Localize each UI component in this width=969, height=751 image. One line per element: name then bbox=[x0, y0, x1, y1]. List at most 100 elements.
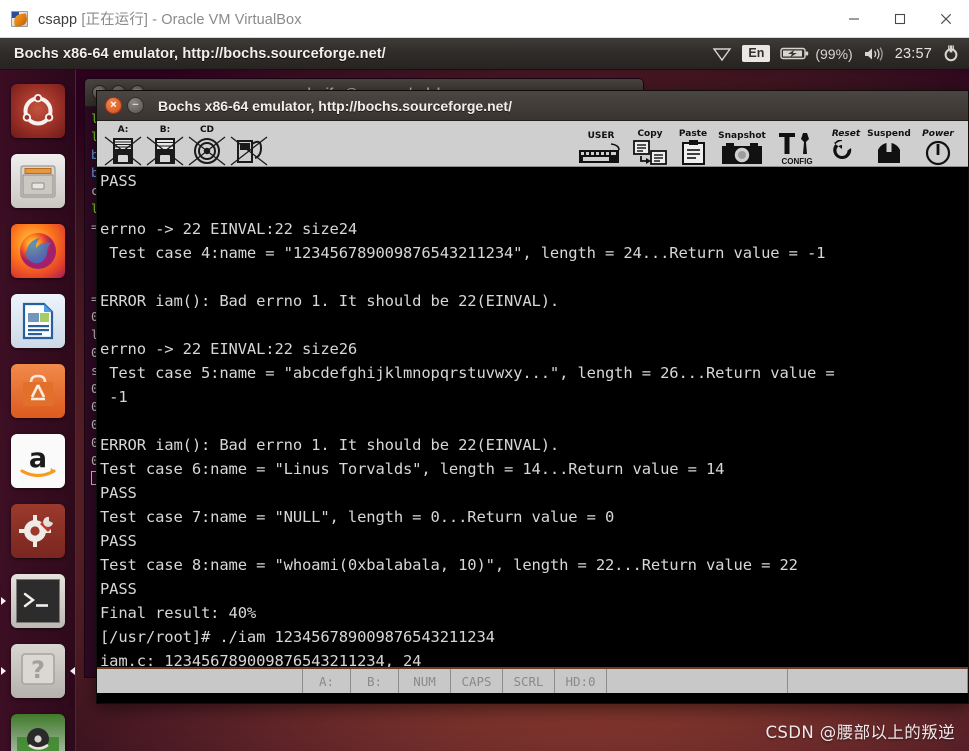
status-floppy-a[interactable]: A: bbox=[303, 669, 351, 693]
status-spare-2 bbox=[788, 669, 968, 693]
snapshot-label: Snapshot bbox=[718, 131, 766, 141]
gear-icon[interactable] bbox=[942, 44, 960, 63]
bochs-window-title: Bochs x86-64 emulator, http://bochs.sour… bbox=[158, 97, 512, 114]
launcher-item-files[interactable] bbox=[0, 146, 76, 216]
paste-button[interactable]: Paste bbox=[673, 122, 713, 166]
battery-icon[interactable] bbox=[780, 46, 810, 61]
bochs-close-button[interactable]: × bbox=[105, 97, 122, 114]
tools-icon bbox=[779, 133, 809, 154]
vga-line: PASS bbox=[100, 532, 137, 550]
floppy-disk-icon bbox=[146, 136, 184, 166]
copy-button[interactable]: Copy bbox=[630, 122, 670, 166]
maximize-button[interactable] bbox=[877, 0, 923, 38]
status-caps: CAPS bbox=[451, 669, 503, 693]
floppy-disk-icon bbox=[104, 136, 142, 166]
launcher-item-system-settings[interactable] bbox=[0, 496, 76, 566]
running-indicator-left bbox=[1, 667, 6, 675]
launcher-item-help[interactable]: ? bbox=[0, 636, 76, 706]
host-window-controls bbox=[831, 0, 969, 38]
copy-label: Copy bbox=[637, 129, 663, 139]
firefox-icon bbox=[11, 224, 65, 278]
launcher-item-firefox[interactable] bbox=[0, 216, 76, 286]
floppy-b-button[interactable]: B: bbox=[145, 122, 185, 166]
csdn-watermark: CSDN @腰部以上的叛逆 bbox=[765, 723, 955, 742]
guest-desktop: Bochs x86-64 emulator, http://bochs.sour… bbox=[0, 38, 969, 751]
terminal-icon bbox=[11, 574, 65, 628]
cdrom-button[interactable]: CD bbox=[187, 122, 227, 166]
floppy-b-label: B: bbox=[159, 125, 171, 135]
status-scrl: SCRL bbox=[503, 669, 555, 693]
vga-line: iam.c: 123456789009876543211234, 24 bbox=[100, 652, 422, 667]
tape-icon bbox=[230, 136, 268, 166]
document-icon bbox=[11, 294, 65, 348]
config-button[interactable]: CONFIG bbox=[771, 122, 823, 166]
cdrom-label: CD bbox=[199, 125, 215, 135]
tape-button[interactable] bbox=[229, 122, 269, 166]
panel-clock[interactable]: 23:57 bbox=[895, 46, 932, 62]
help-question-icon: ? bbox=[11, 644, 65, 698]
floppy-a-label: A: bbox=[117, 125, 129, 135]
launcher-item-amazon[interactable]: a bbox=[0, 426, 76, 496]
launcher-item-libreoffice-writer[interactable] bbox=[0, 286, 76, 356]
svg-text:?: ? bbox=[31, 656, 45, 684]
keyboard-icon bbox=[579, 143, 620, 163]
virtualbox-icon bbox=[11, 10, 29, 28]
vga-line: Final result: 40% bbox=[100, 604, 257, 622]
bochs-status-bar: A: B: NUM CAPS SCRL HD:0 bbox=[97, 667, 968, 693]
host-window-title: csapp [正在运行] - Oracle VM VirtualBox bbox=[38, 8, 302, 29]
bochs-vga-screen[interactable]: PASS errno -> 22 EINVAL:22 size24 Test c… bbox=[97, 167, 968, 667]
clipboard-icon bbox=[682, 140, 705, 165]
panel-indicator-tray: En (99%) 23:57 bbox=[702, 44, 969, 63]
power-button[interactable]: Power bbox=[912, 122, 964, 166]
status-spare-1 bbox=[607, 669, 788, 693]
status-floppy-b[interactable]: B: bbox=[351, 669, 399, 693]
launcher-item-ubuntu-dash[interactable] bbox=[0, 76, 76, 146]
screenshot-root: csapp [正在运行] - Oracle VM VirtualBox Boch… bbox=[0, 0, 969, 751]
vga-line: Test case 5:name = "abcdefghijklmnopqrst… bbox=[100, 364, 835, 382]
vga-line: -1 bbox=[100, 388, 128, 406]
user-button[interactable]: USER bbox=[575, 122, 627, 166]
vga-line: Test case 4:name = "12345678900987654321… bbox=[100, 244, 826, 262]
minimize-button[interactable] bbox=[831, 0, 877, 38]
host-title-vm: csapp bbox=[38, 12, 78, 28]
bochs-window[interactable]: × − Bochs x86-64 emulator, http://bochs.… bbox=[96, 90, 969, 704]
software-bag-icon bbox=[11, 364, 65, 418]
paste-label: Paste bbox=[678, 129, 708, 139]
snapshot-button[interactable]: Snapshot bbox=[716, 122, 768, 166]
vga-line: PASS bbox=[100, 172, 137, 190]
power-icon bbox=[925, 140, 951, 166]
reset-arrow-icon bbox=[833, 140, 852, 159]
host-titlebar: csapp [正在运行] - Oracle VM VirtualBox bbox=[0, 0, 969, 38]
launcher-item-ubuntu-software[interactable] bbox=[0, 356, 76, 426]
battery-percent-label: (99%) bbox=[815, 45, 853, 62]
host-title-app: - Oracle VM VirtualBox bbox=[152, 12, 302, 28]
status-num: NUM bbox=[399, 669, 451, 693]
bochs-toolbar: A: B: CD USER Copy Paste Snapshot CONFIG… bbox=[97, 121, 968, 167]
volume-icon[interactable] bbox=[863, 46, 885, 62]
reset-button[interactable]: Reset bbox=[826, 122, 866, 166]
bochs-minimize-button[interactable]: − bbox=[127, 97, 144, 114]
network-icon[interactable] bbox=[712, 46, 732, 62]
power-label: Power bbox=[922, 129, 954, 139]
user-label: USER bbox=[587, 131, 615, 141]
ubuntu-logo-icon bbox=[11, 84, 65, 138]
suspend-button[interactable]: Suspend bbox=[867, 122, 911, 166]
cdrom-icon bbox=[188, 136, 226, 166]
panel-window-title: Bochs x86-64 emulator, http://bochs.sour… bbox=[14, 45, 386, 62]
keyboard-layout-indicator[interactable]: En bbox=[742, 44, 771, 63]
vga-line: errno -> 22 EINVAL:22 size24 bbox=[100, 220, 358, 238]
settings-gear-wrench-icon bbox=[11, 504, 65, 558]
launcher-item-terminal[interactable] bbox=[0, 566, 76, 636]
suspend-icon bbox=[878, 140, 900, 163]
status-hd: HD:0 bbox=[555, 669, 607, 693]
close-button[interactable] bbox=[923, 0, 969, 38]
floppy-a-button[interactable]: A: bbox=[103, 122, 143, 166]
launcher-item-disc[interactable] bbox=[0, 706, 76, 751]
copy-icon bbox=[633, 140, 667, 165]
vga-line: PASS bbox=[100, 580, 137, 598]
ubuntu-top-panel: Bochs x86-64 emulator, http://bochs.sour… bbox=[0, 38, 969, 70]
vga-line: Test case 7:name = "NULL", length = 0...… bbox=[100, 508, 615, 526]
reset-label: Reset bbox=[831, 129, 861, 139]
running-indicator-left bbox=[1, 597, 6, 605]
vga-line: Test case 6:name = "Linus Torvalds", len… bbox=[100, 460, 725, 478]
